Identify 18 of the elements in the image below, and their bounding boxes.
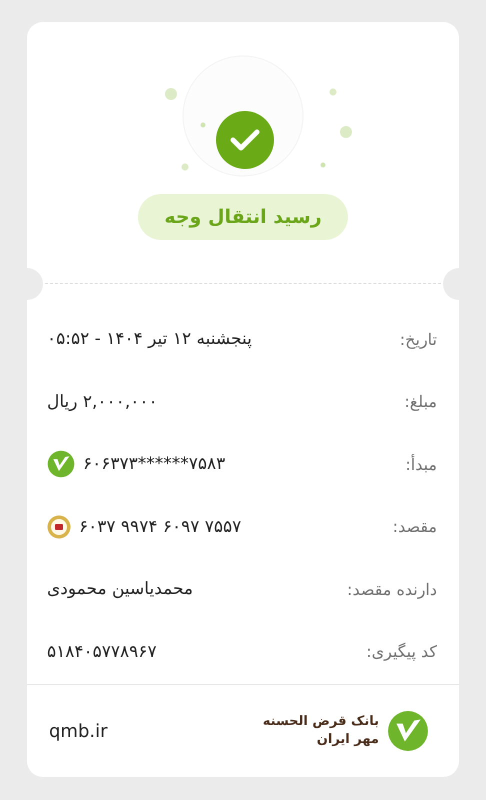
- receipt-title: رسید انتقال وجه: [138, 194, 348, 240]
- field-label: مقصد:: [392, 517, 437, 536]
- field-label: دارنده مقصد:: [347, 580, 437, 599]
- field-value: پنجشنبه ۱۲ تیر ۱۴۰۴ - ۰۵:۵۲: [47, 329, 252, 350]
- field-label: کد پیگیری:: [366, 642, 437, 662]
- bank-logo-icon: [47, 450, 75, 478]
- field-label: مبلغ:: [404, 392, 437, 412]
- field-label: مبدأ:: [405, 454, 437, 474]
- bank-name: بانک قرض الحسنه مهر ایران: [262, 713, 379, 749]
- bank-logo-icon: [387, 710, 429, 752]
- bank-emblem-icon: [47, 514, 71, 539]
- field-value: ۵۱۸۴۰۵۷۷۸۹۶۷: [47, 642, 157, 662]
- website-text: qmb.ir: [49, 720, 108, 742]
- field-value: محمدیاسین محمودی: [47, 579, 194, 600]
- field-label: تاریخ:: [400, 330, 437, 349]
- field-value: ۶۰۶۳۷۳******۷۵۸۳: [83, 454, 226, 474]
- field-value: ۲,۰۰۰,۰۰۰ ریال: [47, 392, 158, 412]
- field-value: ۶۰۳۷ ۹۹۷۴ ۶۰۹۷ ۷۵۵۷: [79, 516, 242, 537]
